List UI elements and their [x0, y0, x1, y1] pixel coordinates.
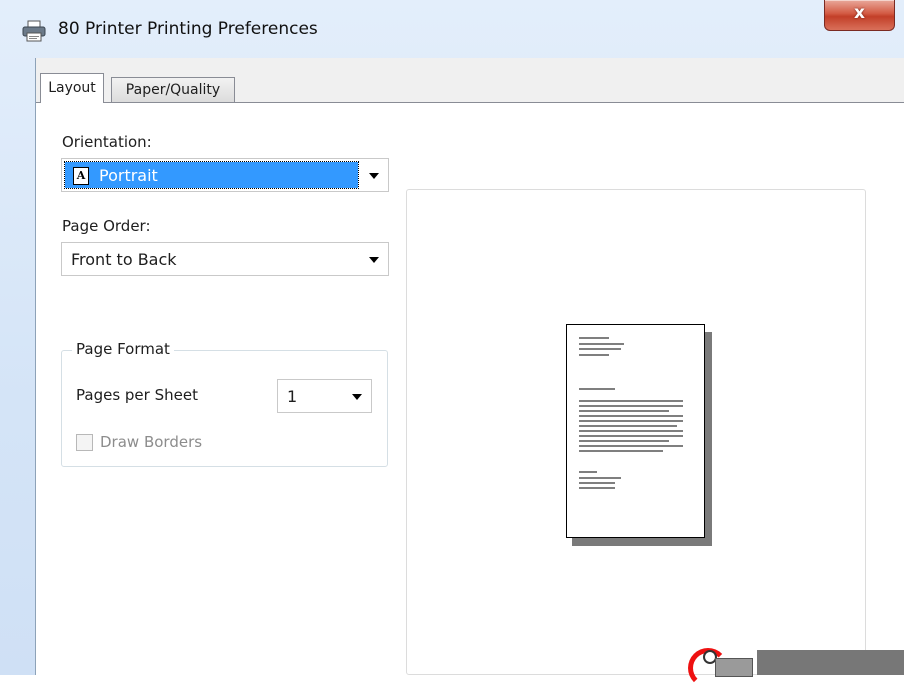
orientation-selected-item: A Portrait	[64, 161, 359, 189]
window-title: 80 Printer Printing Preferences	[58, 19, 318, 39]
window-frame: 80 Printer Printing Preferences x Layout…	[0, 0, 904, 688]
page-order-dropdown[interactable]: Front to Back	[61, 242, 389, 276]
dialog-client-area: Layout Paper/Quality Orientation: A Port…	[35, 58, 904, 676]
taskbar-overlay	[757, 650, 904, 675]
pages-per-sheet-label: Pages per Sheet	[76, 386, 198, 404]
printer-icon	[22, 20, 46, 42]
chevron-down-icon	[369, 173, 379, 179]
preview-page	[566, 324, 705, 538]
page-order-label: Page Order:	[62, 217, 151, 235]
chevron-down-icon	[369, 257, 379, 263]
camera-icon	[715, 658, 753, 677]
orientation-value: Portrait	[99, 166, 158, 185]
close-button[interactable]: x	[824, 0, 895, 31]
page-order-value: Front to Back	[71, 250, 177, 269]
draw-borders-checkbox[interactable]	[76, 434, 93, 451]
orientation-label: Orientation:	[62, 133, 152, 151]
chevron-down-icon	[352, 394, 362, 400]
orientation-dropdown[interactable]: A Portrait	[61, 158, 389, 192]
close-icon: x	[854, 3, 865, 23]
pages-per-sheet-value: 1	[287, 387, 298, 406]
tab-paper-quality[interactable]: Paper/Quality	[111, 77, 235, 102]
page-format-title: Page Format	[72, 340, 174, 358]
pages-per-sheet-dropdown[interactable]: 1	[277, 379, 372, 413]
title-bar[interactable]: 80 Printer Printing Preferences	[0, 0, 904, 58]
portrait-orientation-icon: A	[73, 167, 89, 185]
layout-tab-panel: Orientation: A Portrait Page Order: Fron…	[36, 102, 904, 676]
tab-layout[interactable]: Layout	[40, 73, 104, 103]
draw-borders-label: Draw Borders	[100, 433, 203, 451]
